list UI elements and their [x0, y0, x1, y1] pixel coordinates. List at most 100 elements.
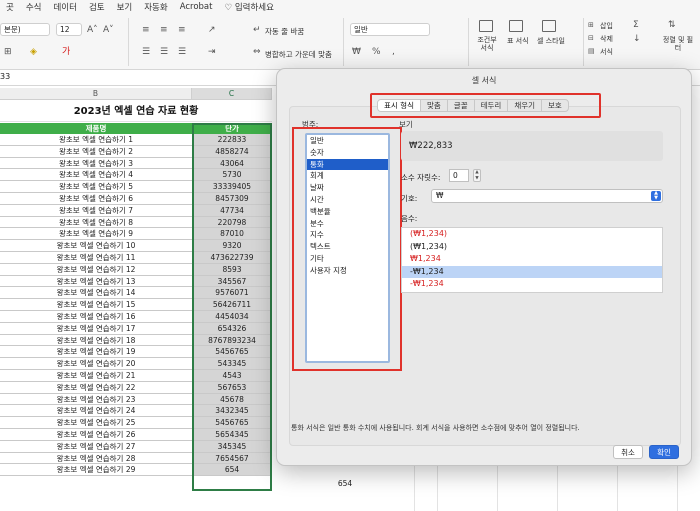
sheet-title[interactable]: 2023년 엑셀 연습 자료 현황 [0, 102, 272, 122]
symbol-select[interactable]: ₩ ▲ ▼ [431, 189, 663, 203]
tab-border[interactable]: 테두리 [475, 100, 509, 111]
product-name-cell[interactable]: 왕초보 엑셀 연습하기 19 [0, 346, 192, 357]
product-name-cell[interactable]: 왕초보 엑셀 연습하기 4 [0, 169, 192, 180]
price-cell[interactable]: 5456765 [193, 346, 271, 358]
price-cell[interactable]: 87010 [193, 228, 271, 240]
ok-button[interactable]: 확인 [649, 445, 679, 459]
tab-alignment[interactable]: 맞춤 [421, 100, 448, 111]
category-item[interactable]: 지수 [307, 229, 388, 241]
negative-format-option[interactable]: -₩1,234 [402, 265, 662, 278]
product-name-cell[interactable]: 왕초보 엑셀 연습하기 22 [0, 382, 192, 393]
negative-format-option[interactable]: ₩1,234 [402, 253, 662, 266]
price-cell[interactable]: 56426711 [193, 299, 271, 310]
align-top-icon[interactable]: ≡ [142, 25, 150, 35]
product-name-cell[interactable]: 왕초보 엑셀 연습하기 26 [0, 429, 192, 440]
category-item[interactable]: 시간 [307, 194, 388, 206]
price-cell[interactable]: 8767893234 [193, 334, 271, 346]
font-color-icon[interactable]: 가 [62, 47, 70, 57]
category-item[interactable]: 숫자 [307, 147, 388, 159]
product-name-cell[interactable]: 왕초보 엑셀 연습하기 28 [0, 453, 192, 464]
category-item[interactable]: 텍스트 [307, 241, 388, 253]
wrap-text-button[interactable]: 자동 줄 바꿈 [265, 26, 304, 37]
price-cell[interactable]: 222833 [193, 134, 271, 145]
category-item[interactable]: 사용자 지정 [307, 265, 388, 277]
menu-acrobat[interactable]: Acrobat [174, 2, 219, 12]
product-name-cell[interactable]: 왕초보 엑셀 연습하기 3 [0, 158, 192, 169]
price-cell[interactable]: 4543 [193, 369, 271, 381]
price-cell[interactable]: 567653 [193, 381, 271, 393]
cell-styles-button[interactable]: 셀 스타일 [537, 36, 565, 46]
product-name-cell[interactable]: 왕초보 엑셀 연습하기 10 [0, 240, 192, 251]
negative-format-option[interactable]: -₩1,234 [402, 278, 662, 291]
category-item[interactable]: 백분율 [307, 206, 388, 218]
category-item[interactable]: 분수 [307, 218, 388, 230]
price-cell[interactable]: 5730 [193, 169, 271, 181]
price-cell[interactable]: 5654345 [193, 428, 271, 440]
price-cell[interactable]: 33339405 [193, 181, 271, 192]
align-bottom-icon[interactable]: ≡ [178, 25, 186, 35]
product-name-cell[interactable]: 왕초보 엑셀 연습하기 9 [0, 228, 192, 239]
align-center-icon[interactable]: ☰ [160, 47, 168, 57]
product-name-cell[interactable]: 왕초보 엑셀 연습하기 8 [0, 217, 192, 228]
price-cell[interactable]: 654 [193, 464, 271, 476]
column-header-c[interactable]: C [192, 88, 272, 100]
header-product[interactable]: 제품명 [0, 123, 192, 134]
decimal-stepper[interactable]: ▲ ▼ [473, 169, 481, 182]
tab-font[interactable]: 글꼴 [448, 100, 475, 111]
insert-button[interactable]: 삽입 [600, 21, 613, 31]
negative-format-option[interactable]: (₩1,234) [402, 228, 662, 241]
price-cell[interactable]: 8457309 [193, 192, 271, 204]
name-box[interactable]: 33 [0, 72, 10, 81]
chevron-up-icon[interactable]: ▲ [475, 170, 478, 175]
sum-icon[interactable]: Σ [633, 20, 639, 30]
tell-me-search[interactable]: ♡ 입력하세요 [218, 1, 279, 13]
product-name-cell[interactable]: 왕초보 엑셀 연습하기 24 [0, 405, 192, 416]
product-name-cell[interactable]: 왕초보 엑셀 연습하기 12 [0, 264, 192, 275]
cell-d-value[interactable]: 654 [276, 478, 414, 490]
decrease-font-icon[interactable]: A˅ [103, 25, 114, 35]
product-name-cell[interactable]: 왕초보 엑셀 연습하기 14 [0, 287, 192, 298]
price-cell[interactable]: 345345 [193, 440, 271, 452]
number-format-select[interactable]: 일반 [350, 23, 430, 36]
delete-button[interactable]: 삭제 [600, 34, 613, 44]
price-cell[interactable]: 4858274 [193, 145, 271, 157]
price-cell[interactable]: 5456765 [193, 417, 271, 428]
percent-icon[interactable]: % [372, 47, 381, 57]
product-name-cell[interactable]: 왕초보 엑셀 연습하기 11 [0, 252, 192, 263]
column-header-b[interactable]: B [0, 88, 192, 100]
product-name-cell[interactable]: 왕초보 엑셀 연습하기 18 [0, 335, 192, 346]
border-icon[interactable]: ⊞ [4, 47, 12, 57]
product-name-cell[interactable]: 왕초보 엑셀 연습하기 5 [0, 181, 192, 192]
product-name-cell[interactable]: 왕초보 엑셀 연습하기 6 [0, 193, 192, 204]
sort-filter-button[interactable]: 정렬 및 필터 [662, 36, 694, 52]
indent-icon[interactable]: ⇥ [208, 47, 216, 57]
negative-numbers-list[interactable]: (₩1,234) (₩1,234) ₩1,234 -₩1,234 -₩1,234 [401, 227, 663, 293]
price-cell[interactable]: 3432345 [193, 405, 271, 417]
tab-fill[interactable]: 채우기 [508, 100, 543, 111]
product-name-cell[interactable]: 왕초보 엑셀 연습하기 25 [0, 417, 192, 428]
fill-color-icon[interactable]: ◈ [30, 47, 37, 57]
menu-automate[interactable]: 자동화 [138, 1, 173, 13]
category-list[interactable]: 일반 숫자 통화 회계 날짜 시간 백분율 분수 지수 텍스트 기타 사용자 지정 [305, 133, 390, 363]
header-price[interactable]: 단가 [193, 123, 271, 134]
tab-protection[interactable]: 보호 [542, 100, 568, 111]
product-name-cell[interactable]: 왕초보 엑셀 연습하기 23 [0, 394, 192, 405]
product-name-cell[interactable]: 왕초보 엑셀 연습하기 17 [0, 323, 192, 334]
price-cell[interactable]: 9320 [193, 240, 271, 251]
menu-review[interactable]: 검토 [83, 1, 111, 13]
product-name-cell[interactable]: 왕초보 엑셀 연습하기 1 [0, 134, 192, 145]
tab-number[interactable]: 표시 형식 [378, 100, 421, 111]
font-name-select[interactable]: 본문) [0, 23, 50, 36]
font-size-select[interactable]: 12 [56, 23, 82, 36]
align-left-icon[interactable]: ☰ [142, 47, 150, 57]
increase-font-icon[interactable]: A˄ [87, 25, 98, 35]
align-right-icon[interactable]: ☰ [178, 47, 186, 57]
chevron-down-icon[interactable]: ▼ [475, 176, 478, 181]
cancel-button[interactable]: 취소 [613, 445, 643, 459]
category-item[interactable]: 기타 [307, 253, 388, 265]
merge-center-button[interactable]: 병합하고 가운데 맞춤 [265, 49, 332, 60]
price-cell[interactable]: 473622739 [193, 251, 271, 263]
conditional-format-button[interactable]: 조건부 서식 [474, 36, 500, 52]
product-name-cell[interactable]: 왕초보 엑셀 연습하기 27 [0, 441, 192, 452]
price-cell[interactable]: 43064 [193, 157, 271, 169]
